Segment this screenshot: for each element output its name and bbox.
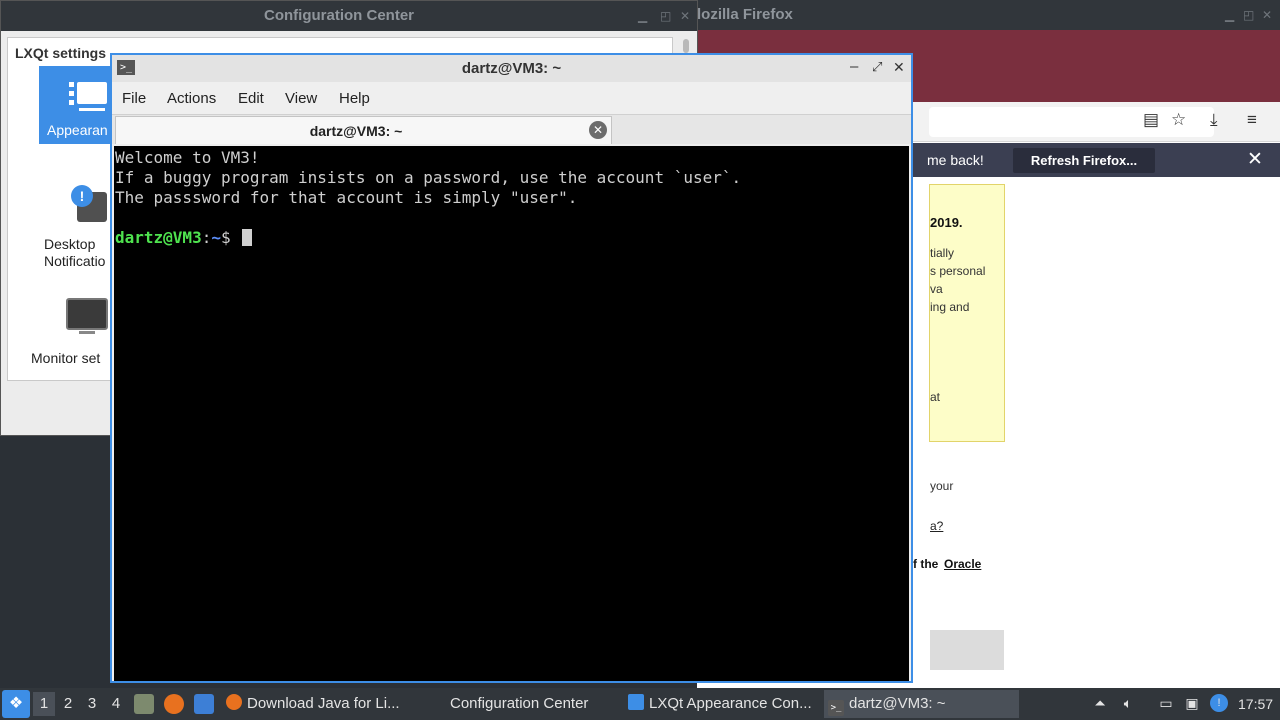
desktop-icon[interactable] — [194, 694, 214, 714]
tab-terminal[interactable]: dartz@VM3: ~ ✕ — [115, 116, 612, 144]
notification-text: me back! — [927, 152, 984, 168]
prompt-colon: : — [201, 228, 212, 247]
appearance-icon — [69, 82, 107, 111]
close-icon[interactable]: ✕ — [680, 9, 690, 23]
terminal-title: dartz@VM3: ~ — [461, 60, 562, 77]
menu-actions[interactable]: Actions — [167, 90, 216, 107]
task-label: Download Java for Li... — [247, 695, 400, 712]
task-label: LXQt Appearance Con... — [649, 695, 812, 712]
text-fragment: va — [930, 282, 943, 296]
notification-icon[interactable]: ! — [1210, 694, 1228, 712]
notification-icon: ! — [71, 185, 107, 222]
text-fragment: tially — [930, 246, 955, 260]
text-fragment: ing and — [930, 300, 970, 314]
appearance-label: Appearan — [47, 122, 108, 138]
minimize-icon[interactable]: ▁ — [1225, 8, 1234, 22]
prompt-symbol: $ — [220, 228, 231, 247]
task-label: Configuration Center — [450, 695, 589, 712]
terminal-titlebar[interactable]: >_ dartz@VM3: ~ – ⤢ ✕ — [112, 55, 911, 82]
start-menu-icon[interactable]: ❖ — [2, 690, 30, 718]
file-manager-icon[interactable] — [134, 694, 154, 714]
close-icon[interactable]: ✕ — [1262, 8, 1272, 22]
refresh-firefox-button[interactable]: Refresh Firefox... — [1013, 148, 1155, 173]
bookmark-star-icon[interactable]: ☆ — [1171, 110, 1186, 130]
oracle-link[interactable]: Oracle — [944, 557, 981, 571]
workspace-4[interactable]: 4 — [105, 692, 127, 716]
maximize-icon[interactable]: ◰ — [660, 9, 671, 23]
volume-icon[interactable]: 🔈︎ — [1119, 694, 1137, 712]
maximize-icon[interactable]: ◰ — [1243, 8, 1254, 22]
task-appearance[interactable]: LXQt Appearance Con... — [624, 690, 820, 718]
workspace-3[interactable]: 3 — [81, 692, 103, 716]
workspace-1[interactable]: 1 — [33, 692, 55, 716]
task-configuration-center[interactable]: Configuration Center — [424, 690, 614, 718]
menu-help[interactable]: Help — [339, 90, 370, 107]
section-title: LXQt settings — [15, 45, 107, 61]
menu-file[interactable]: File — [122, 90, 146, 107]
menu-edit[interactable]: Edit — [238, 90, 264, 107]
terminal-window[interactable]: >_ dartz@VM3: ~ – ⤢ ✕ File Actions Edit … — [110, 53, 913, 683]
text-cursor — [242, 229, 253, 246]
monitor-icon — [66, 298, 108, 334]
appearance-icon — [628, 694, 644, 710]
tab-bar: dartz@VM3: ~ ✕ — [112, 114, 911, 144]
minimize-icon[interactable]: ▁ — [638, 9, 647, 23]
text-fragment: s personal — [930, 264, 986, 278]
link-fragment[interactable]: a? — [930, 519, 943, 533]
task-terminal[interactable]: >_ dartz@VM3: ~ — [824, 690, 1019, 718]
maximize-icon[interactable]: ⤢ — [872, 59, 882, 75]
network-icon[interactable]: ▣ — [1183, 694, 1201, 712]
prompt-path: ~ — [211, 228, 221, 247]
tab-label: dartz@VM3: ~ — [309, 123, 403, 139]
close-icon[interactable]: ✕ — [893, 59, 905, 76]
minimize-icon[interactable]: – — [850, 58, 858, 75]
terminal-line: Welcome to VM3! — [115, 148, 260, 167]
task-label: dartz@VM3: ~ — [849, 695, 946, 712]
firefox-icon[interactable] — [164, 694, 184, 714]
terminal-icon: >_ — [828, 700, 844, 716]
clipboard-icon[interactable]: ▭ — [1157, 694, 1175, 712]
reader-view-icon[interactable]: ▤ — [1143, 110, 1159, 130]
notice-date: 2019. — [930, 215, 963, 230]
monitor-settings-label: Monitor set — [31, 350, 101, 366]
firefox-icon — [226, 694, 242, 710]
firefox-titlebar[interactable]: lozilla Firefox ▁ ◰ ✕ — [697, 0, 1280, 30]
scrollbar[interactable] — [683, 39, 689, 53]
prompt-user: dartz@VM3 — [115, 228, 202, 247]
workspace-2[interactable]: 2 — [57, 692, 79, 716]
terminal-line: If a buggy program insists on a password… — [115, 168, 742, 187]
config-center-titlebar[interactable]: Configuration Center ▁ ◰ ✕ — [1, 1, 697, 31]
close-tab-icon[interactable]: ✕ — [589, 121, 607, 139]
terminal-screen[interactable]: Welcome to VM3! If a buggy program insis… — [114, 146, 909, 681]
menu-bar: File Actions Edit View Help — [112, 82, 911, 114]
svg-text:!: ! — [80, 188, 85, 204]
menu-view[interactable]: View — [285, 90, 317, 107]
config-center-title: Configuration Center — [264, 7, 414, 24]
clock[interactable]: 17:57 — [1238, 696, 1273, 712]
tray-up-icon[interactable]: ⏶ — [1091, 694, 1109, 712]
downloads-icon[interactable]: ⤓ — [1210, 110, 1218, 130]
prompt-line: dartz@VM3:~$ — [115, 228, 253, 248]
task-firefox[interactable]: Download Java for Li... — [222, 690, 412, 718]
terminal-line: The passsword for that account is simply… — [115, 188, 578, 207]
text-fragment: at — [930, 390, 941, 404]
menu-icon[interactable]: ≡ — [1247, 110, 1257, 130]
taskbar: ❖ 1 2 3 4 Download Java for Li... Config… — [0, 688, 1280, 720]
gray-banner — [930, 630, 1004, 670]
text-fragment: your — [930, 479, 954, 493]
text-fragment: f the — [913, 557, 939, 571]
firefox-title: lozilla Firefox — [697, 6, 793, 23]
close-icon[interactable]: ✕ — [1247, 148, 1263, 171]
